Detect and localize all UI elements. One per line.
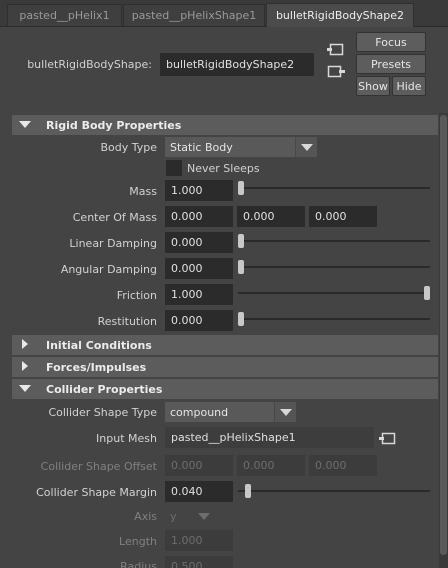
node-name-field[interactable]: bulletRigidBodyShape2: [160, 53, 314, 76]
mass-field[interactable]: 1.000: [165, 180, 233, 201]
collider-shape-type-dropdown[interactable]: compound: [165, 402, 296, 422]
collider-shape-type-value: compound: [170, 405, 229, 419]
collider-shape-margin-slider[interactable]: [238, 484, 430, 498]
tab-label: pasted__pHelixShape1: [131, 9, 257, 22]
section-collider-properties[interactable]: Collider Properties: [12, 379, 438, 399]
vertical-scrollbar[interactable]: [439, 113, 448, 568]
restitution-label: Restitution: [97, 315, 157, 328]
chevron-down-icon: [274, 402, 296, 422]
expanded-arrow-icon: [19, 121, 31, 128]
restitution-slider[interactable]: [238, 312, 430, 326]
collider-shape-margin-label: Collider Shape Margin: [36, 486, 157, 499]
collider-shape-type-label: Collider Shape Type: [48, 406, 157, 419]
friction-label: Friction: [116, 289, 157, 302]
section-rigid-body-properties[interactable]: Rigid Body Properties: [12, 115, 438, 135]
scrollbar-thumb[interactable]: [440, 115, 447, 555]
presets-button[interactable]: Presets: [356, 54, 426, 74]
body-type-value: Static Body: [170, 140, 233, 154]
center-of-mass-z-field[interactable]: 0.000: [309, 206, 377, 227]
linear-damping-label: Linear Damping: [69, 237, 157, 250]
restitution-field[interactable]: 0.000: [165, 310, 233, 331]
slider-handle[interactable]: [245, 484, 251, 498]
section-title: Rigid Body Properties: [46, 118, 182, 132]
angular-damping-slider[interactable]: [238, 260, 430, 274]
body-type-dropdown[interactable]: Static Body: [165, 137, 317, 157]
show-button[interactable]: Show: [356, 76, 390, 96]
axis-dropdown: y: [165, 506, 215, 526]
output-connection-icon[interactable]: [327, 64, 345, 79]
slider-handle[interactable]: [238, 181, 244, 195]
length-label: Length: [119, 535, 157, 548]
collider-shape-margin-field[interactable]: 0.040: [165, 481, 233, 502]
section-title: Initial Conditions: [46, 338, 152, 352]
collider-shape-offset-x-field: 0.000: [165, 455, 233, 476]
slider-handle[interactable]: [238, 260, 244, 274]
section-initial-conditions[interactable]: Initial Conditions: [12, 335, 438, 355]
collider-shape-offset-y-field: 0.000: [237, 455, 305, 476]
collapsed-arrow-icon: [22, 361, 28, 371]
tab-pasted-phelix1[interactable]: pasted__pHelix1: [7, 4, 122, 26]
section-title: Forces/Impulses: [46, 360, 147, 374]
mass-label: Mass: [129, 185, 157, 198]
tab-pasted-phelixshape1[interactable]: pasted__pHelixShape1: [123, 4, 265, 26]
body-type-label: Body Type: [100, 141, 157, 154]
attribute-editor: pasted__pHelix1 pasted__pHelixShape1 bul…: [0, 0, 448, 568]
radius-field: 0.500: [165, 556, 233, 568]
collider-shape-offset-label: Collider Shape Offset: [40, 460, 157, 473]
axis-label: Axis: [134, 510, 157, 523]
axis-value: y: [170, 509, 177, 523]
section-forces-impulses[interactable]: Forces/Impulses: [12, 357, 438, 377]
collider-shape-offset-z-field: 0.000: [309, 455, 377, 476]
center-of-mass-y-field[interactable]: 0.000: [237, 206, 305, 227]
tab-label: bulletRigidBodyShape2: [275, 9, 405, 22]
tab-label: pasted__pHelix1: [19, 9, 110, 22]
collapsed-arrow-icon: [22, 339, 28, 349]
slider-handle[interactable]: [238, 234, 244, 248]
input-mesh-field[interactable]: pasted__pHelixShape1: [165, 427, 374, 448]
center-of-mass-label: Center Of Mass: [72, 211, 157, 224]
never-sleeps-checkbox[interactable]: [166, 160, 182, 176]
mass-slider[interactable]: [238, 181, 430, 195]
never-sleeps-label: Never Sleeps: [187, 162, 260, 175]
linear-damping-field[interactable]: 0.000: [165, 232, 233, 253]
linear-damping-slider[interactable]: [238, 234, 430, 248]
focus-button[interactable]: Focus: [356, 32, 426, 52]
center-of-mass-x-field[interactable]: 0.000: [165, 206, 233, 227]
angular-damping-field[interactable]: 0.000: [165, 258, 233, 279]
section-title: Collider Properties: [46, 382, 163, 396]
tab-bar: pasted__pHelix1 pasted__pHelixShape1 bul…: [0, 0, 448, 27]
slider-handle[interactable]: [238, 312, 244, 326]
tab-bulletrigidbodyshape2[interactable]: bulletRigidBodyShape2: [266, 3, 414, 27]
length-field: 1.000: [165, 530, 233, 551]
slider-handle[interactable]: [424, 286, 430, 300]
expanded-arrow-icon: [19, 385, 31, 392]
friction-slider[interactable]: [238, 286, 430, 300]
hide-button[interactable]: Hide: [392, 76, 426, 96]
angular-damping-label: Angular Damping: [60, 263, 157, 276]
chevron-down-icon: [193, 506, 215, 526]
input-connection-icon[interactable]: [327, 42, 345, 57]
chevron-down-icon: [295, 137, 317, 157]
friction-field[interactable]: 1.000: [165, 284, 233, 305]
input-connection-icon[interactable]: [379, 431, 397, 446]
input-mesh-label: Input Mesh: [96, 432, 157, 445]
node-name-label: bulletRigidBodyShape:: [27, 58, 152, 71]
radius-label: Radius: [120, 560, 157, 568]
